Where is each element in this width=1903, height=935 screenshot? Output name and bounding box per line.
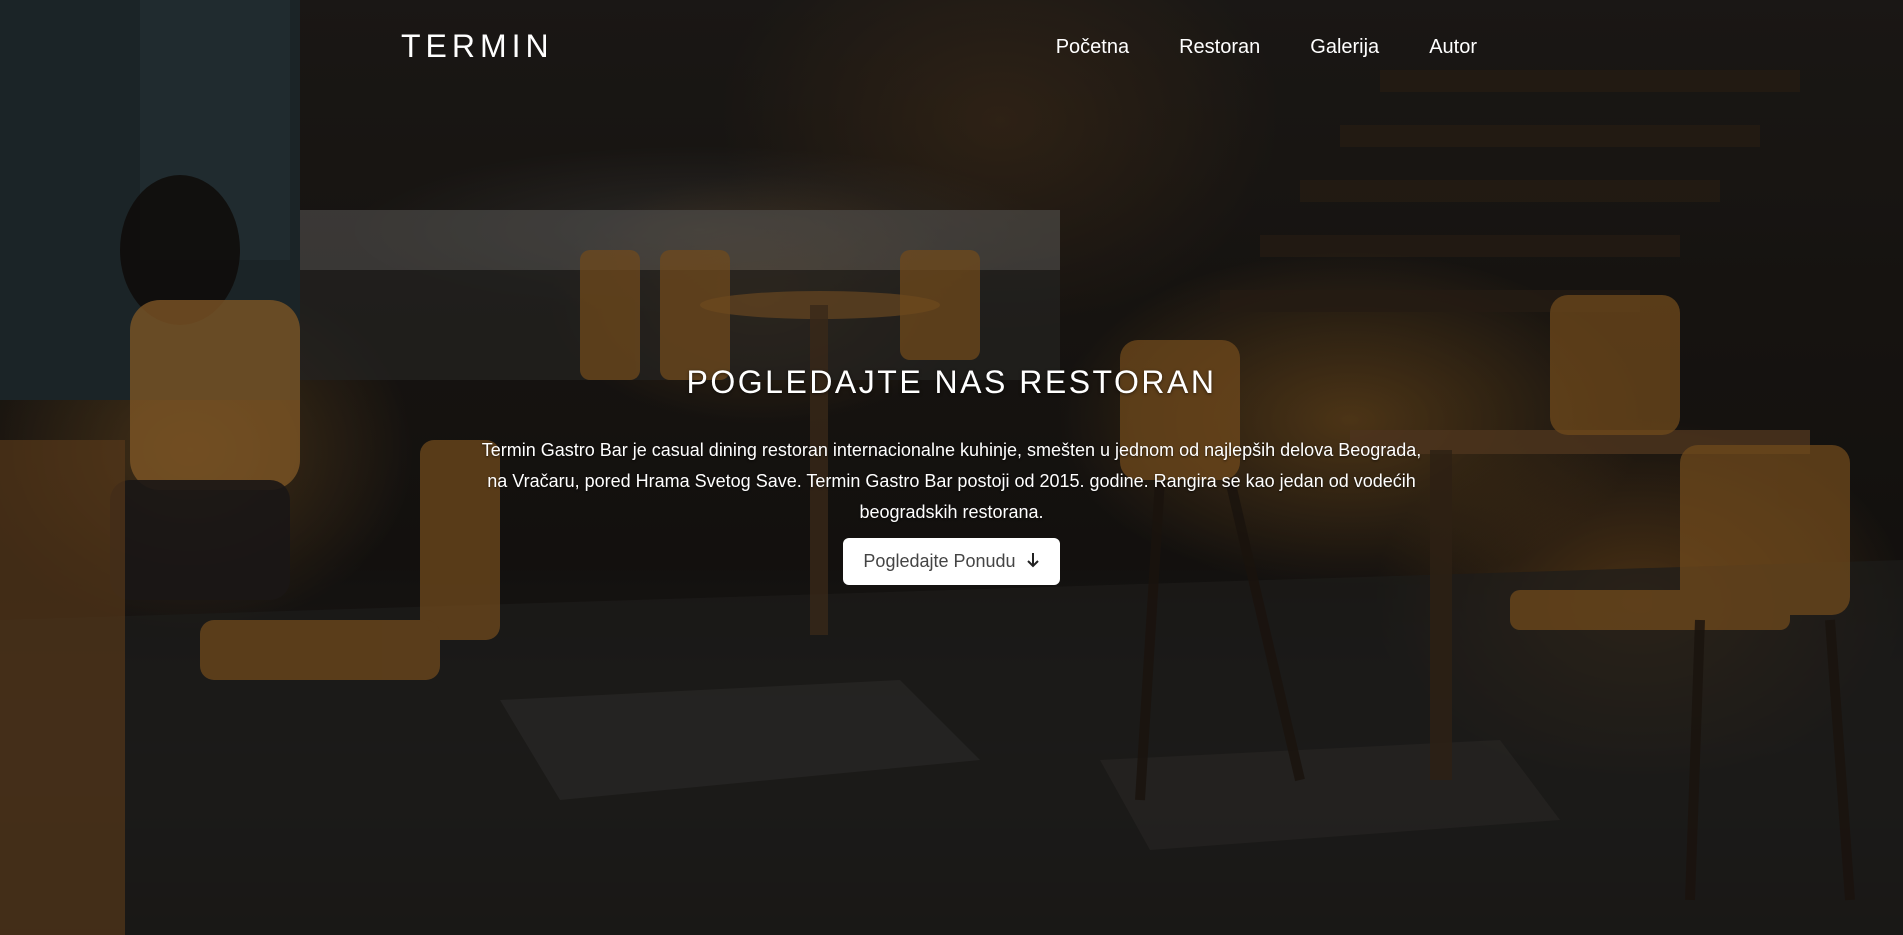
brand-logo[interactable]: TERMIN — [401, 28, 554, 65]
nav-link-pocetna[interactable]: Početna — [1056, 36, 1129, 59]
arrow-down-icon — [1026, 552, 1040, 571]
view-offer-button[interactable]: Pogledajte Ponudu — [843, 538, 1060, 585]
hero-section: TERMIN Početna Restoran Galerija Autor P… — [0, 0, 1903, 935]
nav-links: Početna Restoran Galerija Autor — [1056, 36, 1477, 59]
view-offer-button-label: Pogledajte Ponudu — [863, 551, 1016, 571]
nav-link-galerija[interactable]: Galerija — [1310, 36, 1379, 59]
hero-title: POGLEDAJTE NAS RESTORAN — [686, 364, 1217, 400]
nav-link-autor[interactable]: Autor — [1429, 36, 1477, 59]
nav-link-restoran[interactable]: Restoran — [1179, 36, 1260, 59]
hero-content: POGLEDAJTE NAS RESTORAN Termin Gastro Ba… — [0, 364, 1903, 585]
navbar: TERMIN Početna Restoran Galerija Autor — [0, 0, 1903, 96]
hero-description: Termin Gastro Bar je casual dining resto… — [481, 440, 1422, 522]
